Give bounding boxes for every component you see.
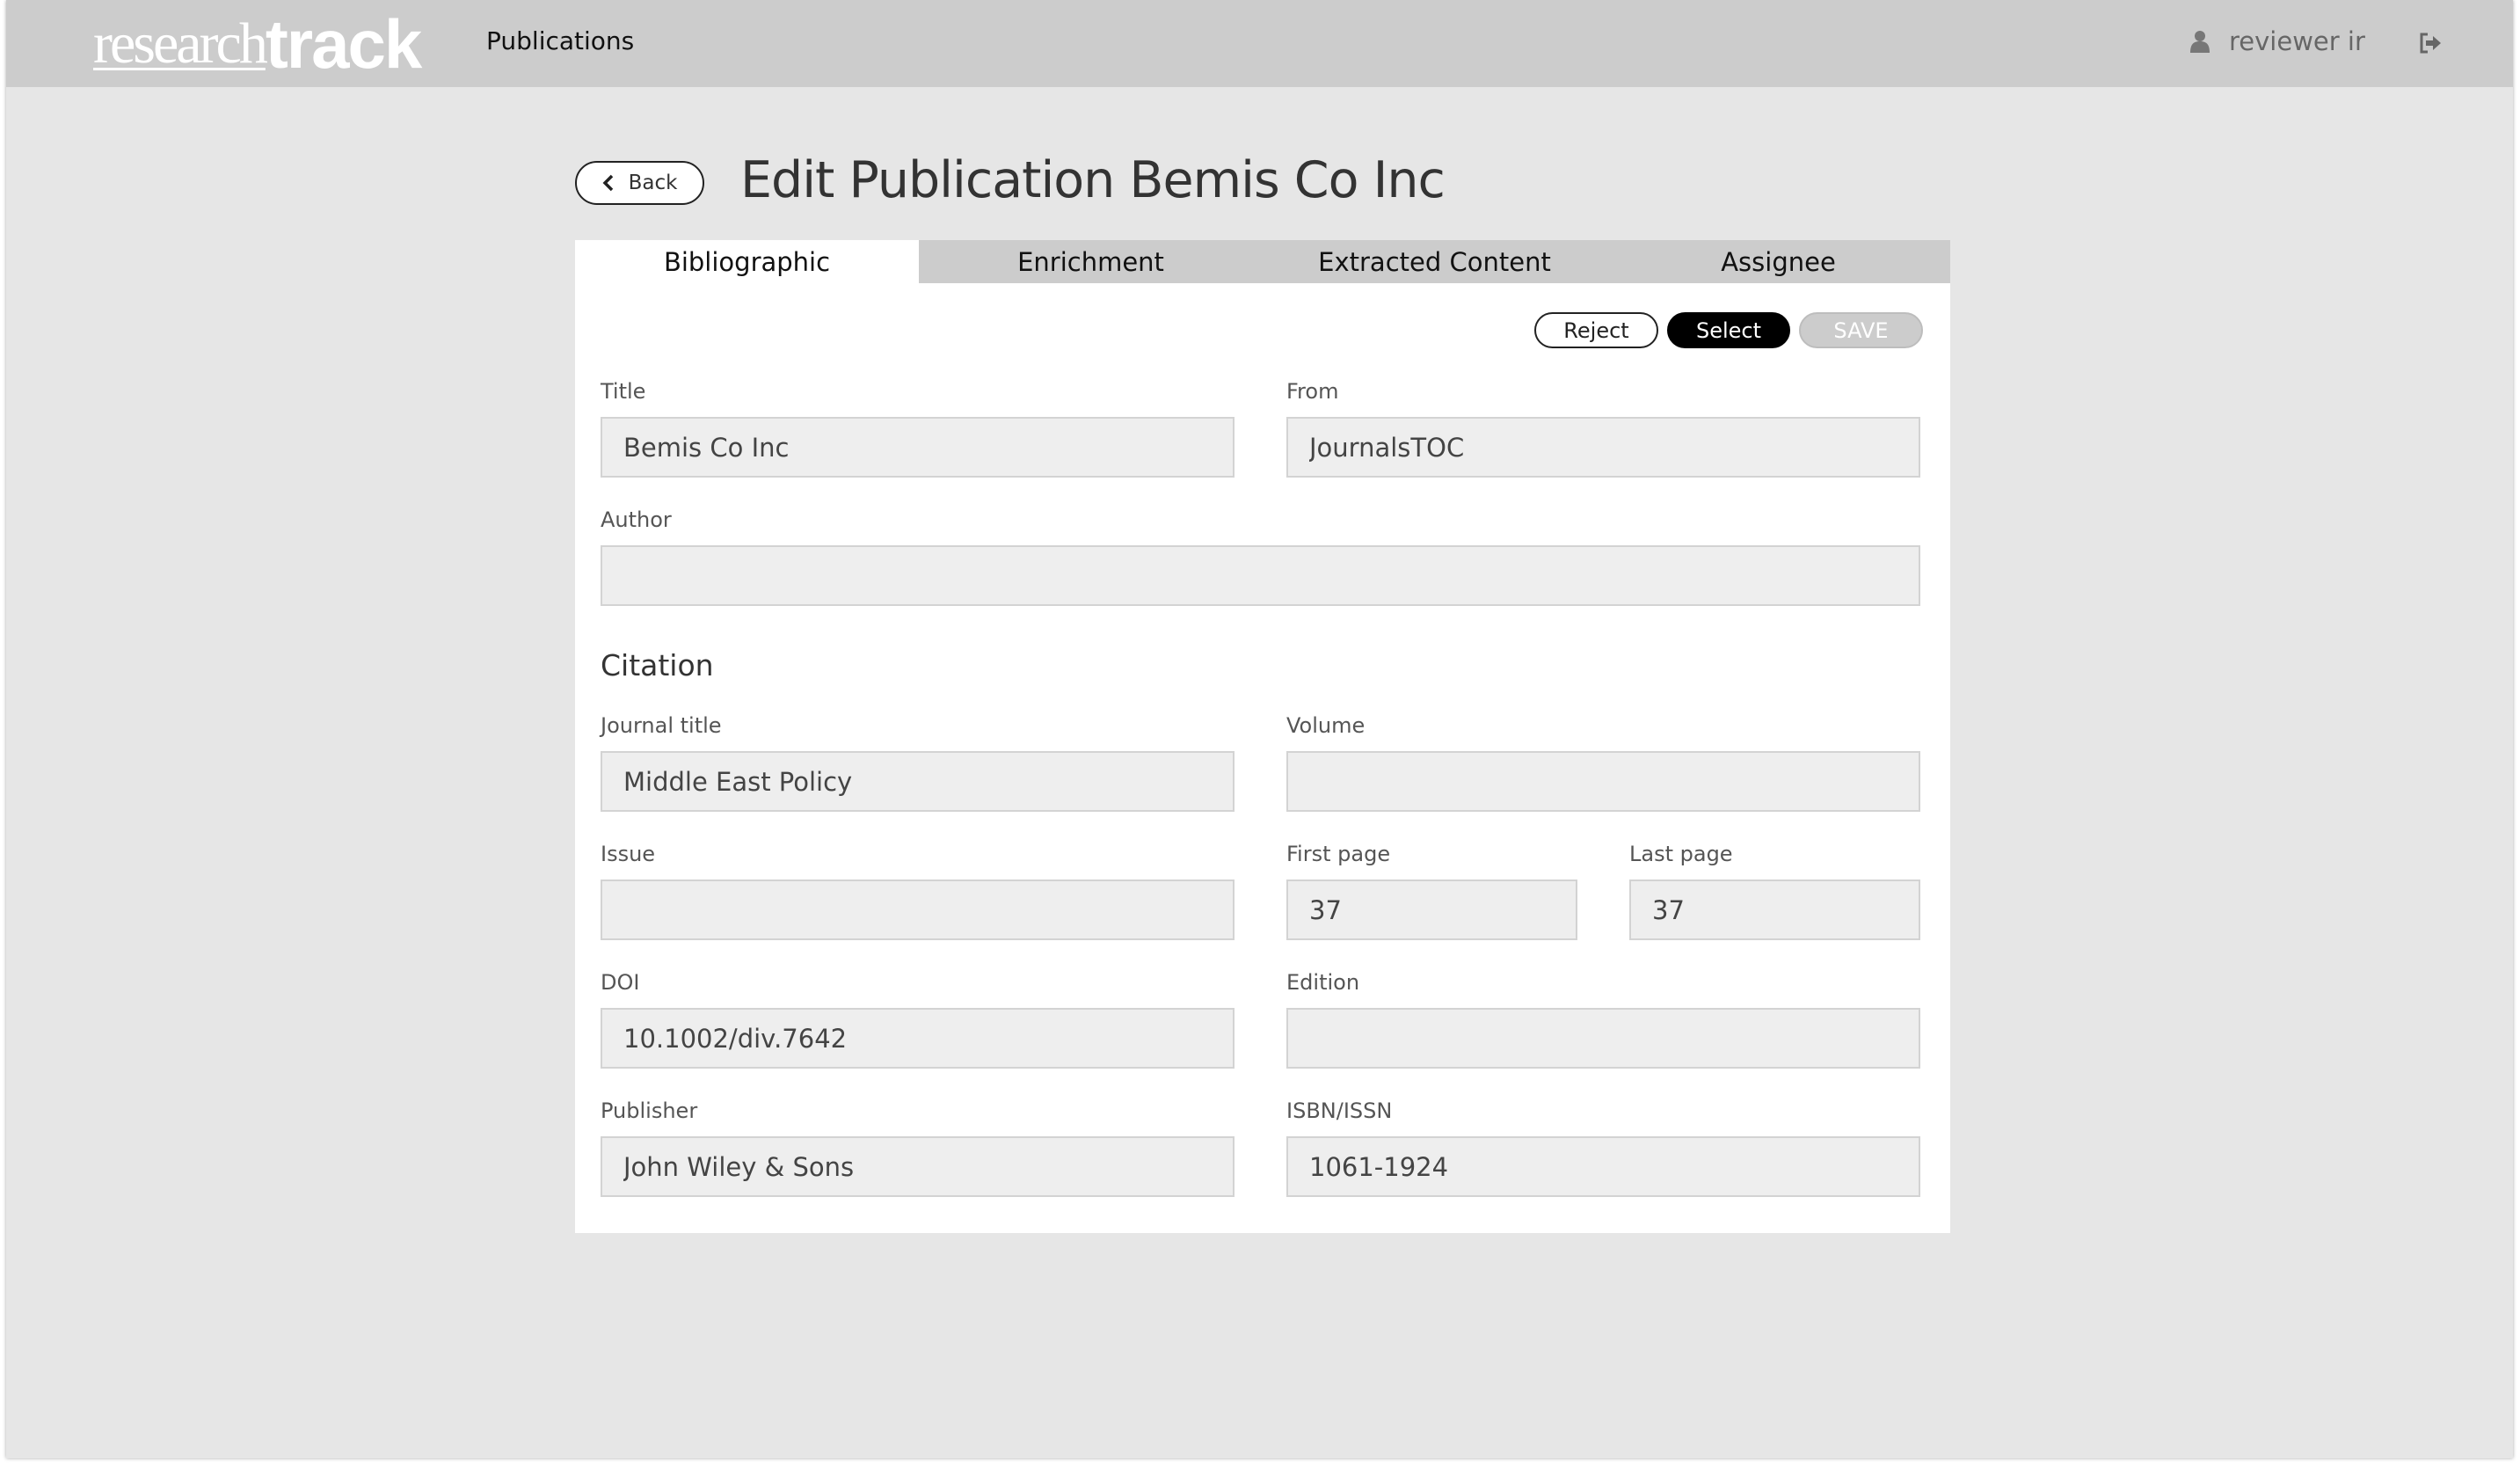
title-label: Title — [601, 379, 646, 404]
back-button[interactable]: Back — [575, 161, 704, 205]
tab-assignee[interactable]: Assignee — [1606, 240, 1950, 283]
journal-title-field[interactable] — [601, 751, 1235, 812]
from-label: From — [1286, 379, 1339, 404]
tab-extracted-content[interactable]: Extracted Content — [1263, 240, 1606, 283]
first-page-field[interactable] — [1286, 879, 1577, 940]
tab-bar: Bibliographic Enrichment Extracted Conte… — [575, 240, 1950, 283]
publisher-label: Publisher — [601, 1098, 698, 1123]
publisher-field[interactable] — [601, 1136, 1235, 1197]
edition-label: Edition — [1286, 970, 1360, 995]
citation-heading: Citation — [601, 648, 714, 682]
reject-button[interactable]: Reject — [1534, 312, 1658, 348]
issue-label: Issue — [601, 842, 656, 866]
logout-icon[interactable] — [2417, 30, 2444, 56]
last-page-label: Last page — [1629, 842, 1733, 866]
doi-field[interactable] — [601, 1008, 1235, 1069]
from-field[interactable] — [1286, 417, 1920, 478]
volume-label: Volume — [1286, 713, 1366, 738]
app-window: research track Publications reviewer ir … — [6, 0, 2513, 1458]
researchtrack-logo[interactable]: research track — [93, 5, 422, 83]
top-navigation-bar: research track Publications reviewer ir — [6, 0, 2513, 87]
volume-field[interactable] — [1286, 751, 1920, 812]
user-icon — [2190, 31, 2210, 53]
save-button[interactable]: SAVE — [1799, 312, 1923, 348]
page-title: Edit Publication Bemis Co Inc — [740, 151, 1446, 209]
select-button[interactable]: Select — [1667, 312, 1790, 348]
title-field[interactable] — [601, 417, 1235, 478]
issue-field[interactable] — [601, 879, 1235, 940]
nav-link-publications[interactable]: Publications — [486, 26, 634, 55]
back-label: Back — [628, 172, 678, 194]
logo-text-track: track — [265, 5, 422, 83]
isbn-issn-field[interactable] — [1286, 1136, 1920, 1197]
last-page-field[interactable] — [1629, 879, 1920, 940]
edition-field[interactable] — [1286, 1008, 1920, 1069]
isbn-issn-label: ISBN/ISSN — [1286, 1098, 1393, 1123]
tab-enrichment[interactable]: Enrichment — [919, 240, 1263, 283]
chevron-left-icon — [602, 174, 613, 192]
user-name: reviewer ir — [2229, 26, 2365, 56]
edit-publication-panel: Bibliographic Enrichment Extracted Conte… — [575, 240, 1950, 1233]
author-field[interactable] — [601, 545, 1920, 606]
tab-bibliographic[interactable]: Bibliographic — [575, 240, 919, 283]
logo-text-research: research — [93, 11, 268, 76]
author-label: Author — [601, 507, 672, 532]
user-menu[interactable]: reviewer ir — [2190, 26, 2365, 56]
journal-title-label: Journal title — [601, 713, 722, 738]
first-page-label: First page — [1286, 842, 1391, 866]
doi-label: DOI — [601, 970, 640, 995]
